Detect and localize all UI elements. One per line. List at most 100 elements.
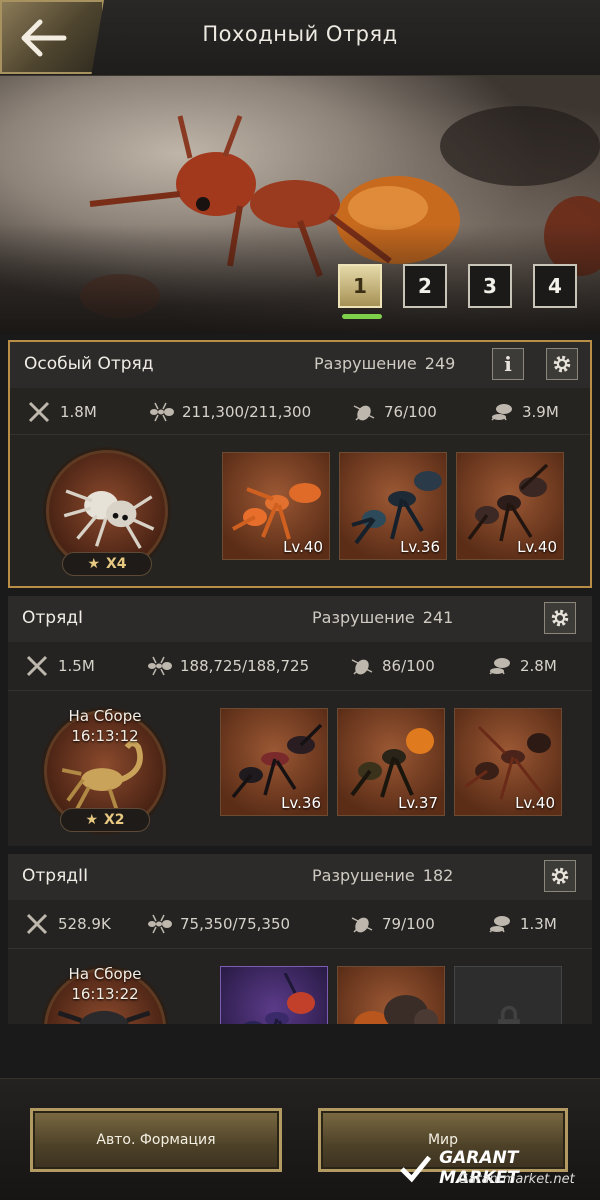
- hero-status-label: На Сборе: [68, 965, 142, 983]
- load-stat: 2.8M: [486, 654, 557, 678]
- power-stat: 1.5M: [24, 654, 95, 678]
- destruction-value: 241: [422, 608, 454, 627]
- destruction-label: Разрушение: [314, 354, 417, 373]
- lock-icon: [498, 1005, 520, 1024]
- squad-stats: 1.5M 188,725/188,725 86/100 2.8M: [8, 646, 592, 686]
- unit-level: Lv.37: [398, 794, 438, 812]
- squad-panel-special[interactable]: Особый Отряд Разрушение 249 i 1.8M 211,30…: [8, 340, 592, 588]
- load-stat: 3.9M: [488, 400, 559, 424]
- load-value: 1.3M: [520, 915, 557, 933]
- power-value: 1.8M: [60, 403, 97, 421]
- squad-panel-1[interactable]: ОтрядI Разрушение 241 1.5M 188,725/188,72…: [8, 596, 592, 846]
- auto-formation-button[interactable]: Авто. Формация: [30, 1108, 282, 1172]
- tab-squad-3[interactable]: 3: [468, 264, 512, 308]
- unit-card[interactable]: Lv.36: [220, 708, 328, 816]
- garant-logo-icon: [400, 1155, 432, 1183]
- hero-star-multiplier: X4: [106, 556, 127, 572]
- troops-value: 211,300/211,300: [182, 403, 312, 421]
- active-tab-indicator: [342, 314, 382, 319]
- beetle-icon: [351, 917, 373, 933]
- destruction-label: Разрушение: [312, 608, 415, 627]
- unit-level: Lv.40: [515, 794, 555, 812]
- destruction-value: 249: [424, 354, 456, 373]
- hero-status-label: На Сборе: [68, 707, 142, 725]
- squad-settings-button[interactable]: [544, 602, 576, 634]
- capacity-stat: 76/100: [350, 400, 437, 424]
- beetle-icon: [353, 405, 375, 421]
- capacity-value: 76/100: [384, 403, 437, 421]
- power-value: 1.5M: [58, 657, 95, 675]
- hero-star-multiplier: X2: [104, 812, 125, 828]
- unit-card[interactable]: Lv.36: [339, 452, 447, 560]
- info-icon: i: [504, 352, 512, 376]
- crossed-swords-icon: [28, 401, 50, 423]
- unit-card[interactable]: [220, 966, 328, 1024]
- capacity-stat: 86/100: [348, 654, 435, 678]
- squad-tabs: 1 2 3 4: [338, 264, 577, 308]
- squad-name: ОтрядII: [22, 866, 89, 886]
- ant-unit-icon: [464, 725, 551, 800]
- unit-level: Lv.36: [400, 538, 440, 556]
- power-value: 528.9K: [58, 915, 111, 933]
- hero-status: На Сборе 16:13:12: [40, 706, 170, 746]
- locked-unit-slot[interactable]: [454, 966, 562, 1024]
- unit-level: Lv.40: [517, 538, 557, 556]
- squad-panel-2[interactable]: ОтрядII Разрушение 182 528.9K 75,350/75,3…: [8, 854, 592, 1024]
- ant-unit-icon: [232, 483, 321, 540]
- ant-unit-icon: [354, 995, 438, 1024]
- info-button[interactable]: i: [492, 348, 524, 380]
- capacity-stat: 79/100: [348, 912, 435, 936]
- ant-unit-icon: [351, 471, 442, 545]
- watermark: GARANT MARKET Garantmarket.net: [398, 1148, 600, 1188]
- squad-settings-button[interactable]: [544, 860, 576, 892]
- ant-icon: [148, 914, 172, 934]
- troops-stat: 75,350/75,350: [146, 912, 290, 936]
- capacity-value: 86/100: [382, 657, 435, 675]
- troops-value: 75,350/75,350: [180, 915, 291, 933]
- carry-icon: [491, 404, 512, 421]
- unit-level: Lv.40: [283, 538, 323, 556]
- squad-banner-image: 1 2 3 4: [0, 76, 600, 334]
- destruction-value: 182: [422, 866, 454, 885]
- hero-status-timer: 16:13:12: [71, 727, 139, 745]
- squad-name: Особый Отряд: [24, 354, 154, 374]
- troops-value: 188,725/188,725: [180, 657, 310, 675]
- tab-squad-1[interactable]: 1: [338, 264, 382, 308]
- squad-header: ОтрядI Разрушение 241: [8, 596, 592, 642]
- destruction-label: Разрушение: [312, 866, 415, 885]
- carry-icon: [489, 916, 510, 933]
- hero-status-timer: 16:13:22: [71, 985, 139, 1003]
- unit-card[interactable]: Lv.40: [454, 708, 562, 816]
- power-stat: 1.8M: [26, 400, 97, 424]
- squad-stats: 528.9K 75,350/75,350 79/100 1.3M: [8, 904, 592, 944]
- divider: [8, 690, 592, 691]
- header-bar: Походный Отряд: [0, 0, 600, 76]
- tab-squad-2[interactable]: 2: [403, 264, 447, 308]
- tab-squad-4[interactable]: 4: [533, 264, 577, 308]
- unit-card[interactable]: [337, 966, 445, 1024]
- squad-stats: 1.8M 211,300/211,300 76/100 3.9M: [10, 392, 590, 432]
- squad-name: ОтрядI: [22, 608, 84, 628]
- gear-icon: [553, 355, 571, 373]
- beetle-icon: [351, 659, 373, 675]
- squad-settings-button[interactable]: [546, 348, 578, 380]
- squad-header: ОтрядII Разрушение 182: [8, 854, 592, 900]
- crossed-swords-icon: [26, 913, 48, 935]
- ant-icon: [148, 656, 172, 676]
- crossed-swords-icon: [26, 655, 48, 677]
- star-icon: ★: [85, 812, 98, 828]
- divider: [10, 434, 590, 435]
- hero-stars: ★ X4: [62, 552, 152, 576]
- unit-card[interactable]: Lv.37: [337, 708, 445, 816]
- power-stat: 528.9K: [24, 912, 111, 936]
- troops-stat: 211,300/211,300: [148, 400, 311, 424]
- unit-card[interactable]: Lv.40: [456, 452, 564, 560]
- ant-unit-icon: [350, 728, 434, 798]
- divider: [8, 948, 592, 949]
- capacity-value: 79/100: [382, 915, 435, 933]
- gear-icon: [551, 867, 569, 885]
- carry-icon: [489, 658, 510, 675]
- destruction-stat: Разрушение 249: [314, 354, 455, 373]
- unit-card[interactable]: Lv.40: [222, 452, 330, 560]
- destruction-stat: Разрушение 182: [312, 866, 453, 885]
